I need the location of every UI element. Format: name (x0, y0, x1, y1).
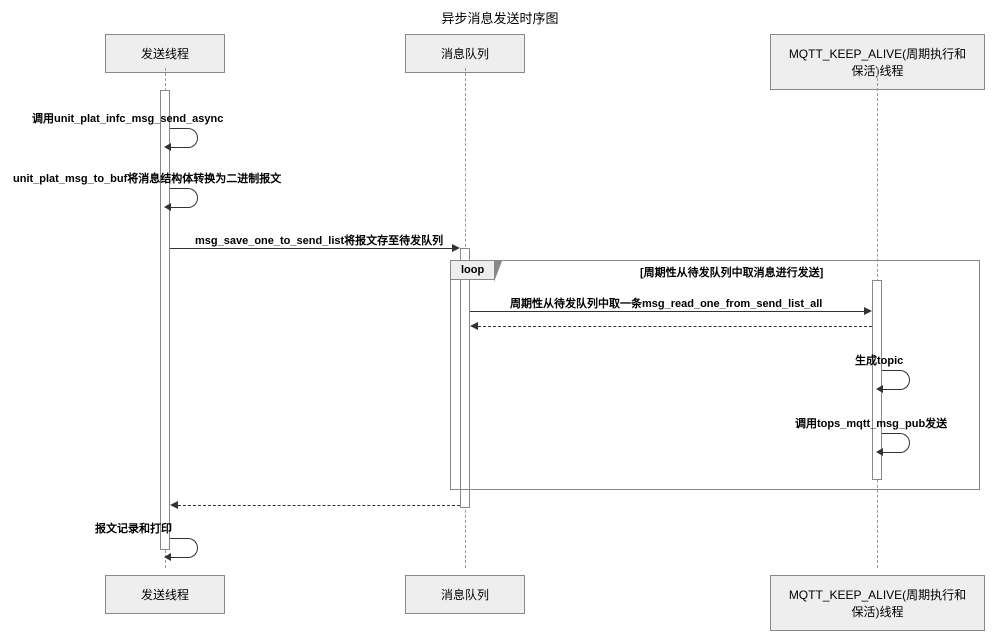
arrow-head-icon (452, 244, 460, 252)
arrow-dashed (478, 326, 872, 327)
participant-queue-bottom: 消息队列 (405, 575, 525, 614)
self-loop-icon (170, 128, 198, 148)
msg-m5: 生成topic (855, 352, 903, 368)
participant-label: 消息队列 (441, 47, 489, 61)
participant-label: 消息队列 (441, 588, 489, 602)
participant-label: 发送线程 (141, 588, 189, 602)
self-loop-icon (882, 433, 910, 453)
diagram-title: 异步消息发送时序图 (0, 0, 1000, 27)
self-loop-icon (170, 538, 198, 558)
participant-sender-bottom: 发送线程 (105, 575, 225, 614)
arrow-head-icon (864, 307, 872, 315)
msg-m6: 调用tops_mqtt_msg_pub发送 (795, 415, 947, 431)
msg-m7: 报文记录和打印 (95, 520, 172, 536)
self-loop-icon (170, 188, 198, 208)
activation-sender (160, 90, 170, 550)
msg-m2: unit_plat_msg_to_buf将消息结构体转换为二进制报文 (13, 170, 281, 186)
msg-m1: 调用unit_plat_infc_msg_send_async (32, 110, 223, 126)
participant-label: 发送线程 (141, 47, 189, 61)
loop-tag: loop (450, 260, 495, 280)
participant-label: MQTT_KEEP_ALIVE(周期执行和保活)线程 (789, 588, 966, 619)
msg-m3: msg_save_one_to_send_list将报文存至待发队列 (195, 232, 443, 248)
participant-mqtt-bottom: MQTT_KEEP_ALIVE(周期执行和保活)线程 (770, 575, 985, 631)
loop-condition: [周期性从待发队列中取消息进行发送] (640, 264, 823, 280)
arrow-line (170, 248, 455, 249)
arrow-dashed (178, 505, 460, 506)
arrow-head-icon (170, 501, 178, 509)
arrow-head-icon (470, 322, 478, 330)
arrow-line (470, 311, 868, 312)
msg-m4: 周期性从待发队列中取一条msg_read_one_from_send_list_… (510, 295, 822, 311)
self-loop-icon (882, 370, 910, 390)
